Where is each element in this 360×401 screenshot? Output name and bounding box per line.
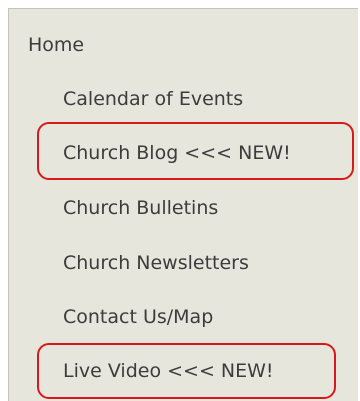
nav-item-contact-us-map[interactable]: Contact Us/Map: [63, 308, 213, 327]
new-item-highlight-circle: [37, 122, 354, 180]
nav-item-home[interactable]: Home: [28, 36, 84, 55]
nav-item-church-newsletters[interactable]: Church Newsletters: [63, 254, 249, 273]
nav-item-calendar-of-events[interactable]: Calendar of Events: [63, 90, 243, 109]
nav-item-church-bulletins[interactable]: Church Bulletins: [63, 199, 218, 218]
new-item-highlight-circle: [37, 343, 336, 399]
navigation-menu: Home Calendar of Events Church Blog <<< …: [8, 8, 358, 401]
